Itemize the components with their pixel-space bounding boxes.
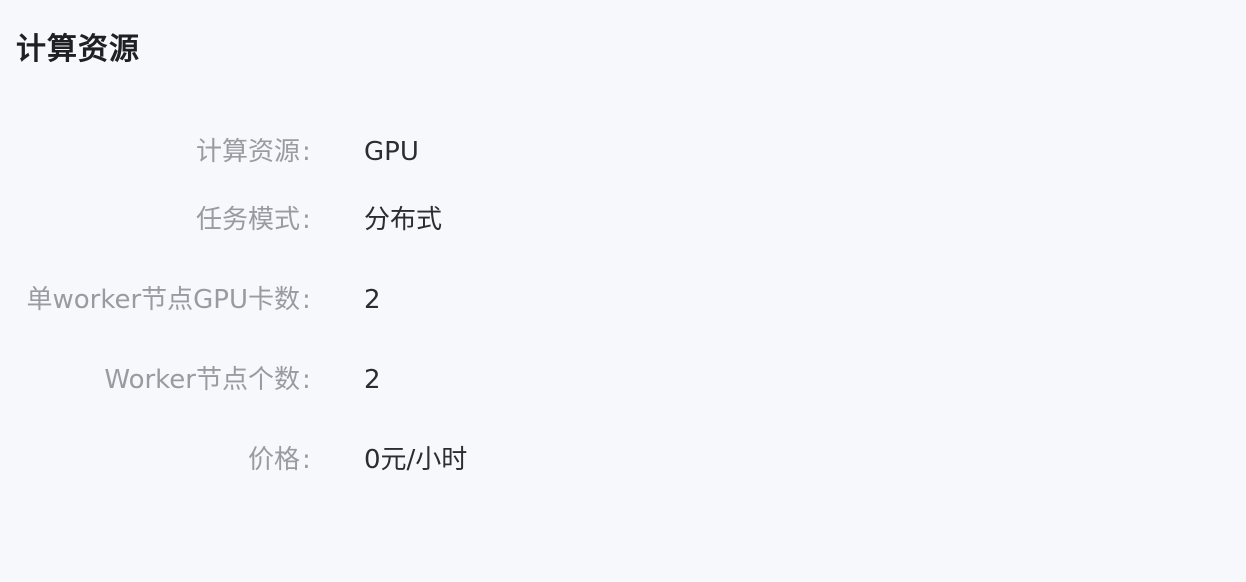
field-label: 单worker节点GPU卡数 xyxy=(26,285,300,315)
field-value: 分布式 xyxy=(364,205,443,235)
field-colon: : xyxy=(302,137,311,167)
compute-resource-panel: 计算资源 计算资源 : GPU 任务模式 : 分布式 单worker节点GPU卡… xyxy=(0,0,1246,582)
field-colon: : xyxy=(302,285,311,315)
field-label: 任务模式 xyxy=(195,205,300,235)
field-value: 0元/小时 xyxy=(364,445,468,475)
field-row-compute-resource: 计算资源 : GPU xyxy=(0,124,700,180)
field-row-task-mode: 任务模式 : 分布式 xyxy=(0,180,700,260)
field-row-gpu-per-worker: 单worker节点GPU卡数 : 2 xyxy=(0,260,700,340)
field-colon: : xyxy=(302,365,311,395)
field-row-price: 价格 : 0元/小时 xyxy=(0,420,700,500)
field-value: 2 xyxy=(364,365,381,395)
field-label: Worker节点个数 xyxy=(104,365,300,395)
resource-details: 计算资源 : GPU 任务模式 : 分布式 单worker节点GPU卡数 : 2… xyxy=(0,124,700,500)
field-label: 价格 xyxy=(247,445,300,475)
field-label: 计算资源 xyxy=(195,137,300,167)
section-title: 计算资源 xyxy=(16,32,140,67)
field-value: GPU xyxy=(364,137,419,167)
field-row-worker-count: Worker节点个数 : 2 xyxy=(0,340,700,420)
field-colon: : xyxy=(302,205,311,235)
field-colon: : xyxy=(302,445,311,475)
field-value: 2 xyxy=(364,285,381,315)
